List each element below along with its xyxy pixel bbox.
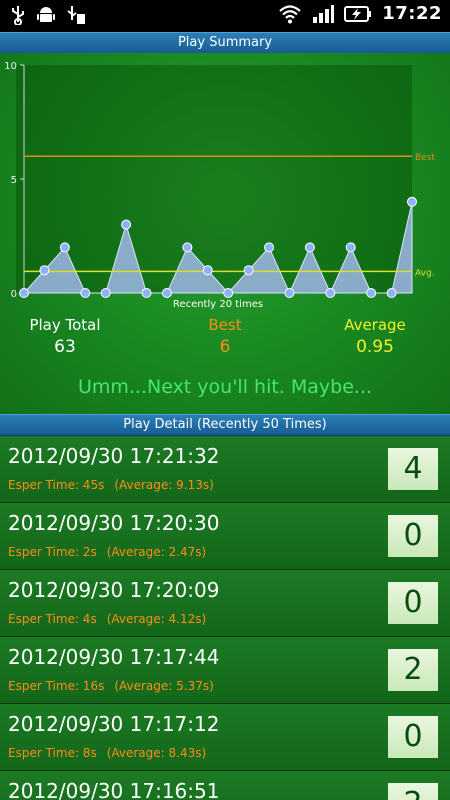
usb-icon (12, 6, 24, 25)
reference-label-best: Best (415, 153, 435, 163)
data-point (264, 242, 275, 253)
data-point (284, 288, 295, 298)
stat-best-label: Best (208, 316, 242, 334)
hit-score-badge: 0 (388, 582, 438, 624)
data-point (39, 265, 50, 276)
data-point (243, 265, 254, 276)
stat-average-label: Average (344, 316, 406, 334)
data-point (100, 288, 111, 298)
play-datetime: 2012/09/30 17:21:32 (8, 444, 220, 468)
hit-score-badge: 2 (388, 649, 438, 691)
status-bar: 17:22 (0, 0, 450, 32)
data-point (121, 219, 132, 230)
stat-play-total-value: 63 (54, 337, 76, 357)
play-summary-panel: 10 5 0 Best Avg. Recently 20 times Play Total… (0, 53, 450, 414)
y-tick-label: 10 (4, 61, 17, 72)
data-point (345, 242, 356, 253)
play-summary-header: Play Summary (0, 32, 450, 54)
battery-charging-icon (344, 5, 372, 22)
y-tick-label: 0 (11, 289, 17, 300)
stat-play-total: Play Total 63 (0, 316, 130, 357)
esper-average: (Average: 2.47s) (106, 545, 207, 559)
data-point (325, 288, 336, 298)
play-detail-list[interactable]: 2012/09/30 17:21:32 Esper Time: 45s (Aver… (0, 436, 450, 800)
esper-time: Esper Time: 8s (8, 746, 97, 760)
stat-play-total-label: Play Total (29, 316, 101, 334)
esper-time: Esper Time: 16s (8, 679, 105, 693)
chart-svg: 10 5 0 Best Avg. Recently 20 times (4, 61, 435, 310)
hit-score-badge: 4 (388, 448, 438, 490)
list-item[interactable]: 2012/09/30 17:17:12 Esper Time: 8s (Avera… (0, 704, 450, 771)
esper-average: (Average: 8.43s) (106, 746, 207, 760)
data-point (59, 242, 70, 253)
hit-score-badge: 2 (388, 783, 438, 800)
y-tick-label: 5 (11, 175, 17, 186)
data-point (202, 265, 213, 276)
status-left-icons (10, 5, 86, 25)
esper-average: (Average: 4.12s) (106, 612, 207, 626)
esper-time-line: Esper Time: 16s (Average: 5.37s) (8, 679, 224, 693)
usb-storage-icon (67, 6, 85, 24)
list-item[interactable]: 2012/09/30 17:20:30 Esper Time: 2s (Avera… (0, 503, 450, 570)
data-point (407, 196, 417, 207)
data-point (141, 288, 152, 298)
hit-score-badge: 0 (388, 716, 438, 758)
play-chart: 10 5 0 Best Avg. Recently 20 times (0, 53, 450, 313)
status-time: 17:22 (382, 3, 442, 24)
data-point (386, 288, 397, 298)
play-datetime: 2012/09/30 17:17:12 (8, 712, 220, 736)
esper-average: (Average: 5.37s) (114, 679, 214, 693)
stat-best-value: 6 (219, 337, 231, 357)
play-datetime: 2012/09/30 17:20:30 (8, 511, 220, 535)
wifi-icon (279, 4, 301, 23)
esper-time-line: Esper Time: 45s (Average: 9.13s) (8, 478, 224, 492)
encouragement-message: Umm...Next you'll hit. Maybe... (77, 376, 373, 398)
stat-best: Best 6 (160, 316, 290, 357)
play-datetime: 2012/09/30 17:17:44 (8, 645, 220, 669)
stat-average-value: 0.95 (356, 337, 394, 357)
esper-time-line: Esper Time: 2s (Average: 2.47s) (8, 545, 216, 559)
esper-time-line: Esper Time: 8s (Average: 8.43s) (8, 746, 216, 760)
android-debug-icon (37, 7, 55, 22)
list-item[interactable]: 2012/09/30 17:20:09 Esper Time: 4s (Avera… (0, 570, 450, 637)
list-item[interactable]: 2012/09/30 17:17:44 Esper Time: 16s (Aver… (0, 637, 450, 704)
stat-average: Average 0.95 (310, 316, 440, 357)
esper-time: Esper Time: 2s (8, 545, 97, 559)
data-point (161, 288, 172, 298)
data-point (223, 288, 234, 298)
play-datetime: 2012/09/30 17:20:09 (8, 578, 220, 602)
data-point (182, 242, 193, 253)
esper-time: Esper Time: 4s (8, 612, 97, 626)
play-detail-header: Play Detail (Recently 50 Times) (0, 414, 450, 436)
reference-label-avg: Avg. (415, 268, 435, 278)
data-point (304, 242, 315, 253)
list-item[interactable]: 2012/09/30 17:21:32 Esper Time: 45s (Aver… (0, 436, 450, 503)
esper-time: Esper Time: 45s (8, 478, 105, 492)
data-point (19, 288, 29, 298)
data-point (366, 288, 377, 298)
play-datetime: 2012/09/30 17:16:51 (8, 779, 220, 800)
list-item[interactable]: 2012/09/30 17:16:51 2 (0, 771, 450, 800)
x-axis-label: Recently 20 times (173, 299, 263, 310)
data-point (80, 288, 91, 298)
esper-time-line: Esper Time: 4s (Average: 4.12s) (8, 612, 216, 626)
stats-row: Play Total 63 Best 6 Average 0.95 (0, 316, 450, 366)
status-right-icons: 17:22 (278, 3, 442, 24)
esper-average: (Average: 9.13s) (114, 478, 214, 492)
signal-icon (313, 4, 335, 23)
hit-score-badge: 0 (388, 515, 438, 557)
